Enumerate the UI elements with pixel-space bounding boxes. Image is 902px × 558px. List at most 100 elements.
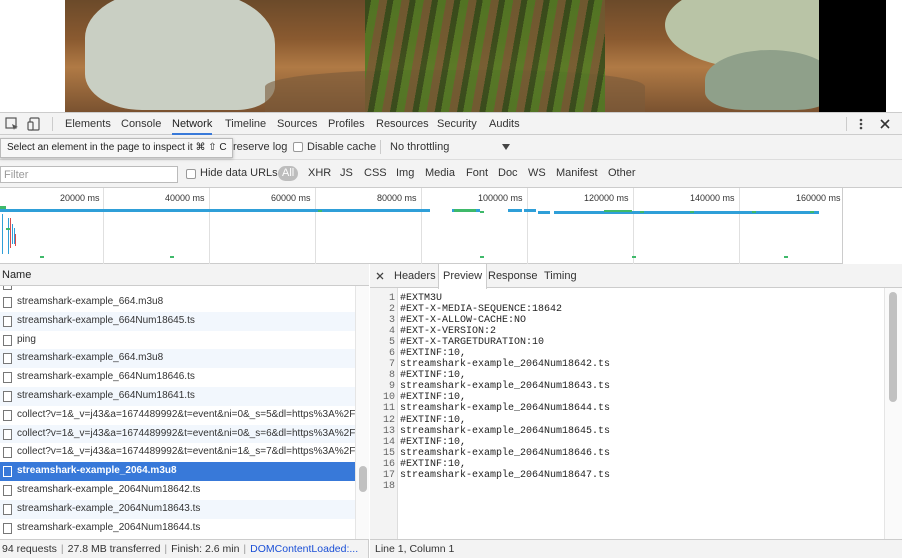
tab-preview[interactable]: Preview [438, 264, 488, 289]
devtools-panel: Elements Console Network Timeline Source… [0, 112, 902, 558]
list-item[interactable]: streamshark-example_664Num18646.ts [0, 368, 355, 387]
tab-elements[interactable]: Elements [65, 113, 111, 135]
line-number: 2 [388, 304, 395, 316]
list-item[interactable]: collect?v=1&_v=j43&a=1674489992&t=event&… [0, 443, 355, 462]
filter-type-all[interactable]: All [278, 166, 299, 181]
filter-type-manifest[interactable]: Manifest [556, 167, 598, 179]
line-number: 13 [382, 425, 395, 437]
video-letterbox [819, 0, 886, 112]
request-name: streamshark-example_664.m3u8 [17, 352, 164, 364]
close-icon[interactable] [376, 272, 384, 280]
filter-type-js[interactable]: JS [340, 167, 353, 179]
code-lines: #EXTM3U #EXT-X-MEDIA-SEQUENCE:18642 #EXT-X… [400, 293, 610, 492]
filter-input[interactable] [0, 166, 178, 183]
filter-type-img[interactable]: Img [396, 167, 414, 179]
list-item[interactable]: streamshark-example_664Num18645.ts [0, 311, 355, 331]
filter-type-font[interactable]: Font [466, 167, 488, 179]
disable-cache-label[interactable]: Disable cache [307, 141, 376, 153]
list-item[interactable]: collect?v=1&_v=j43&a=1674489992&t=event&… [0, 406, 355, 425]
request-name: streamshark-example_664Num18646.ts [17, 371, 195, 383]
video-grass [365, 0, 605, 112]
request-name: collect?v=1&_v=j43&a=1674489992&t=event&… [17, 427, 355, 439]
line-number: 7 [388, 359, 395, 371]
video-frame[interactable] [65, 0, 819, 112]
video-area [0, 0, 902, 112]
name-column-header[interactable]: Name [0, 264, 369, 286]
dom-content-loaded: DOMContentLoaded:... [250, 543, 359, 555]
tab-audits[interactable]: Audits [489, 113, 520, 135]
line-number: 11 [382, 403, 395, 415]
code-line: streamshark-example_2064Num18643.ts [400, 381, 611, 393]
request-name: streamshark-example_664Num18641.ts [17, 389, 195, 401]
disable-cache-checkbox[interactable] [293, 142, 303, 152]
line-number: 14 [382, 436, 395, 448]
tab-resources[interactable]: Resources [376, 113, 429, 135]
preserve-log-label[interactable]: reserve log [233, 141, 287, 153]
list-item[interactable]: collect?v=1&_v=j43&a=1674489992&t=event&… [0, 424, 355, 444]
request-name: streamshark-example_664Num18645.ts [17, 314, 195, 326]
list-item[interactable]: streamshark-example_664.m3u8 [0, 349, 355, 369]
tab-headers[interactable]: Headers [394, 264, 436, 288]
document-icon [3, 522, 12, 534]
filter-type-doc[interactable]: Doc [498, 167, 518, 179]
filter-type-ws[interactable]: WS [528, 167, 546, 179]
scrollbar-thumb[interactable] [889, 292, 897, 402]
line-number: 18 [382, 480, 395, 492]
tab-timing[interactable]: Timing [544, 264, 577, 288]
line-number: 6 [388, 348, 395, 360]
network-overview[interactable]: 20000 ms 40000 ms 60000 ms 80000 ms 1000… [0, 188, 902, 264]
tab-network[interactable]: Network [172, 113, 213, 135]
request-name: streamshark-example_2064Num18642.ts [17, 483, 201, 495]
request-name: ping [17, 333, 36, 345]
line-number: 9 [388, 381, 395, 393]
request-detail-pane: Headers Preview Response Timing 12345678… [370, 264, 902, 546]
line-number: 16 [382, 458, 395, 470]
preview-code-viewer[interactable]: 1 2 3 4 5 6 7 8 9 10 11 12 13 14 15 16 17 18 #EXTM3U #EXT-… [370, 288, 884, 546]
filter-type-media[interactable]: Media [425, 167, 455, 179]
toolbar-separator [846, 117, 847, 131]
document-icon [3, 447, 12, 459]
request-name: collect?v=1&_v=j43&a=1674489992&t=event&… [17, 446, 355, 458]
cursor-position: Line 1, Column 1 [370, 539, 902, 558]
overview-right-gutter [842, 188, 902, 264]
list-item[interactable]: ping [0, 331, 355, 350]
list-item[interactable]: streamshark-example_2064Num18644.ts [0, 519, 355, 538]
overview-waterfall [0, 206, 819, 258]
throttling-select[interactable]: No throttling [390, 141, 449, 153]
list-item-partial[interactable] [0, 286, 355, 293]
tab-console[interactable]: Console [121, 113, 161, 135]
close-icon[interactable] [878, 117, 892, 131]
document-icon [3, 484, 12, 496]
line-number: 12 [382, 414, 395, 426]
tab-response[interactable]: Response [488, 264, 538, 288]
inspect-element-icon[interactable] [5, 117, 19, 131]
device-mode-icon[interactable] [27, 117, 41, 131]
hide-data-urls-label[interactable]: Hide data URLs [200, 167, 278, 179]
tab-profiles[interactable]: Profiles [328, 113, 365, 135]
code-line: #EXTM3U [400, 293, 443, 304]
document-icon [3, 372, 12, 384]
tab-sources[interactable]: Sources [277, 113, 317, 135]
filter-type-css[interactable]: CSS [364, 167, 387, 179]
code-line: #EXTINF:10, [400, 414, 467, 426]
request-list-scrollbar[interactable] [355, 286, 369, 546]
list-item[interactable]: streamshark-example_2064Num18642.ts [0, 481, 355, 500]
list-item-selected[interactable]: streamshark-example_2064.m3u8 [0, 462, 355, 481]
request-count: 94 requests [2, 543, 57, 555]
vertical-ellipsis-icon[interactable] [854, 117, 868, 131]
tab-security[interactable]: Security [437, 113, 477, 135]
filter-type-xhr[interactable]: XHR [308, 167, 331, 179]
tab-timeline[interactable]: Timeline [225, 113, 266, 135]
preview-scrollbar[interactable] [884, 288, 902, 546]
chevron-down-icon[interactable] [502, 144, 510, 150]
list-item[interactable]: streamshark-example_664Num18641.ts [0, 386, 355, 406]
line-number: 1 [388, 293, 395, 304]
list-item[interactable]: streamshark-example_664.m3u8 [0, 293, 355, 312]
request-list-pane: Name streamshark-example_664.m3u8 stream… [0, 264, 369, 546]
filter-type-other[interactable]: Other [608, 167, 636, 179]
scrollbar-thumb[interactable] [359, 466, 367, 492]
code-line: #EXT-X-ALLOW-CACHE:NO [400, 315, 527, 327]
hide-data-urls-checkbox[interactable] [186, 169, 196, 179]
list-item[interactable]: streamshark-example_2064Num18643.ts [0, 499, 355, 519]
